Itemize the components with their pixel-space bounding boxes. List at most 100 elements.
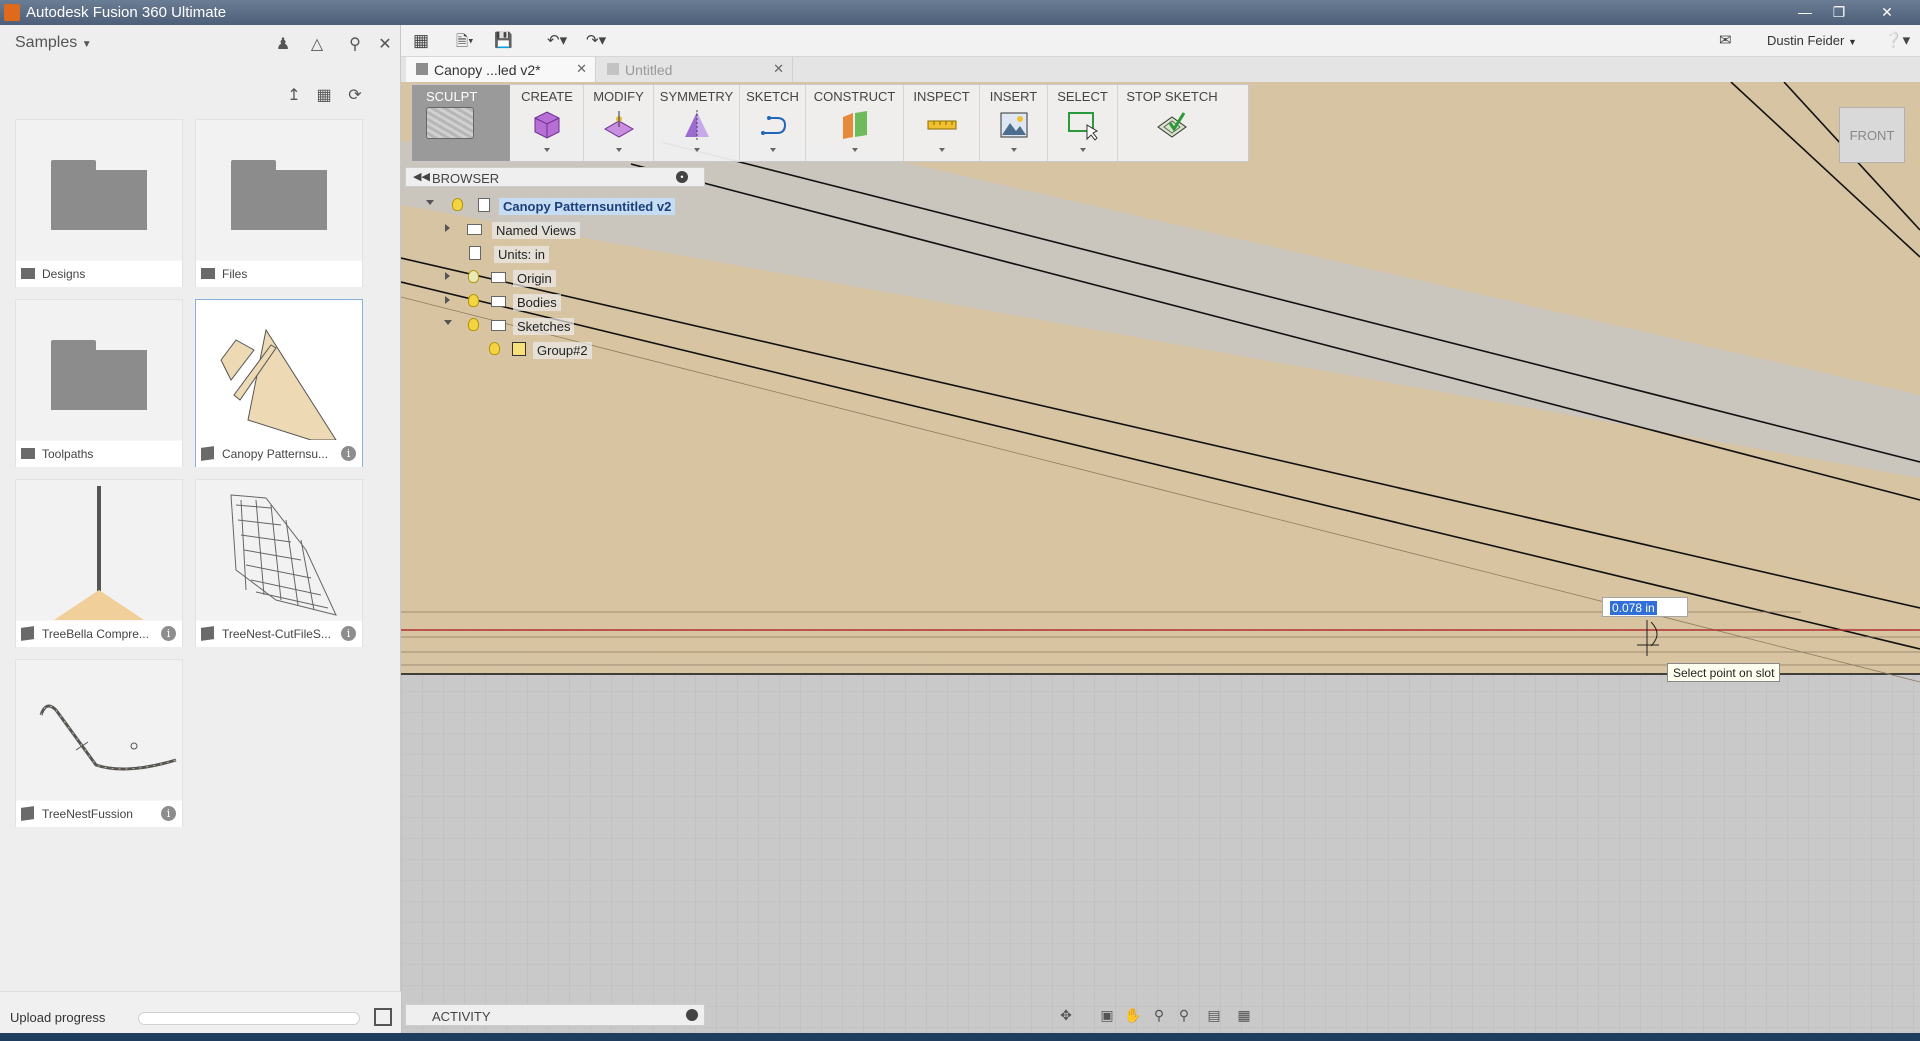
card-label: Designs <box>42 267 86 281</box>
minimize-icon[interactable]: — <box>1792 2 1818 22</box>
visibility-bulb-icon[interactable] <box>468 318 479 331</box>
expand-arrow-icon[interactable] <box>445 224 450 232</box>
expand-arrow-icon[interactable] <box>444 320 452 325</box>
project-selector[interactable]: Samples ▼ <box>15 34 92 52</box>
expand-arrow-icon[interactable] <box>445 296 450 304</box>
visibility-bulb-icon[interactable] <box>468 294 479 307</box>
user-icon[interactable]: ♟ <box>273 34 293 54</box>
stop-sketch-button[interactable]: STOP SKETCH <box>1118 85 1226 161</box>
design-small-icon <box>21 626 34 641</box>
pin-icon[interactable] <box>686 1009 698 1021</box>
ribbon-label: SELECT <box>1057 89 1108 104</box>
data-panel-toggle-icon[interactable]: ▦ <box>413 31 429 51</box>
insert-menu[interactable]: INSERT <box>980 85 1048 161</box>
upload-icon[interactable]: ↥ <box>283 85 305 107</box>
workspace-switcher[interactable]: SCULPT <box>412 85 510 161</box>
select-menu[interactable]: SELECT <box>1048 85 1118 161</box>
zoom-icon[interactable]: ⚲ <box>1151 1007 1167 1023</box>
card-label: Files <box>222 267 248 281</box>
image-icon <box>1000 112 1027 138</box>
orbit-icon[interactable]: ✥ <box>1058 1007 1074 1023</box>
command-tooltip: Select point on slot <box>1667 663 1781 682</box>
data-panel: Samples ▼ ♟ △ ⚲ ✕ ↥ ▦ ⟳ Designs Files To… <box>0 25 401 1041</box>
notifications-icon[interactable]: ✉ <box>1719 31 1732 51</box>
tab-untitled[interactable]: Untitled ✕ <box>597 57 793 82</box>
info-icon[interactable]: i <box>341 626 356 641</box>
viewcube[interactable]: FRONT <box>1839 107 1905 163</box>
folder-icon <box>51 340 147 410</box>
redo-icon[interactable]: ↷▾ <box>586 31 606 51</box>
navigation-bar: ✥ ▣ ✋ ⚲ ⚲ ▤ ▦ <box>1058 1004 1268 1026</box>
construct-menu[interactable]: CONSTRUCT <box>806 85 904 161</box>
user-account-menu[interactable]: Dustin Feider ▼ <box>1767 33 1857 48</box>
folder-thumbnail <box>16 120 182 260</box>
upload-progress-label: Upload progress <box>10 1010 106 1025</box>
save-icon[interactable]: 💾 <box>494 31 513 51</box>
sketch-menu[interactable]: SKETCH <box>740 85 806 161</box>
activity-panel-header[interactable]: ACTIVITY <box>405 1004 705 1026</box>
tab-label: Canopy ...led v2* <box>434 62 541 78</box>
treenest-cutfile-thumbnail-icon <box>230 494 337 616</box>
canvas-viewport[interactable] <box>401 82 1920 1041</box>
visibility-bulb-icon[interactable] <box>468 270 479 283</box>
chevron-down-icon <box>938 148 945 152</box>
dimension-input[interactable]: 0.078 in <box>1602 597 1688 617</box>
tree-label: Canopy Patternsuntitled v2 <box>499 198 676 215</box>
chevron-down-icon <box>851 148 858 152</box>
design-thumbnail <box>196 300 362 441</box>
pin-icon[interactable]: • <box>676 171 688 183</box>
modify-menu[interactable]: MODIFY <box>584 85 654 161</box>
close-icon[interactable]: ✕ <box>375 34 395 54</box>
look-at-icon[interactable]: ▣ <box>1099 1007 1115 1023</box>
design-card-treebella[interactable]: TreeBella Compre... i <box>15 479 183 647</box>
design-card-treenestfussion[interactable]: TreeNestFussion i <box>15 659 183 827</box>
tab-canopy[interactable]: Canopy ...led v2* ✕ <box>406 57 596 82</box>
job-status-icon[interactable] <box>374 1008 392 1026</box>
inspect-menu[interactable]: INSPECT <box>904 85 980 161</box>
treenestfussion-thumbnail-icon <box>39 704 177 771</box>
folder-thumbnail <box>16 300 182 440</box>
undo-icon[interactable]: ↶▾ <box>547 31 567 51</box>
info-icon[interactable]: i <box>161 806 176 821</box>
browser-panel-header[interactable]: ◀◀ BROWSER • <box>405 167 705 187</box>
display-settings-icon[interactable]: ▤ <box>1206 1007 1222 1023</box>
fit-icon[interactable]: ⚲ <box>1176 1007 1192 1023</box>
symmetry-menu[interactable]: SYMMETRY <box>654 85 740 161</box>
help-icon[interactable]: ❔▾ <box>1884 31 1910 51</box>
sculpt-workspace-icon <box>426 107 474 139</box>
modify-icon <box>603 111 634 138</box>
close-tab-icon[interactable]: ✕ <box>773 61 784 77</box>
ribbon-label: INSPECT <box>913 89 970 104</box>
close-window-icon[interactable]: ✕ <box>1874 2 1900 22</box>
grid-settings-icon[interactable]: ▦ <box>1236 1007 1252 1023</box>
expand-arrow-icon[interactable] <box>426 200 434 205</box>
maximize-icon[interactable]: ❐ <box>1826 2 1852 22</box>
folder-card-toolpaths[interactable]: Toolpaths <box>15 299 183 467</box>
info-icon[interactable]: i <box>341 446 356 461</box>
card-label: Toolpaths <box>42 447 94 461</box>
share-icon[interactable]: △ <box>307 34 327 54</box>
folder-card-files[interactable]: Files <box>195 119 363 287</box>
design-card-canopy[interactable]: Canopy Patternsu... i <box>195 299 363 467</box>
visibility-bulb-icon[interactable] <box>489 342 500 355</box>
upload-progress-track <box>138 1012 360 1025</box>
tree-label: Bodies <box>513 294 561 311</box>
activity-title: ACTIVITY <box>432 1009 491 1024</box>
folder-card-designs[interactable]: Designs <box>15 119 183 287</box>
visibility-bulb-icon[interactable] <box>452 198 463 211</box>
sketch-canvas[interactable] <box>401 82 1920 1041</box>
measure-icon <box>927 120 956 130</box>
pan-icon[interactable]: ✋ <box>1124 1007 1141 1023</box>
collapse-panel-icon[interactable]: ◀◀ <box>413 170 430 183</box>
expand-arrow-icon[interactable] <box>445 272 450 280</box>
create-menu[interactable]: CREATE <box>511 85 584 161</box>
file-menu-icon[interactable]: 🗎▾ <box>456 31 474 51</box>
info-icon[interactable]: i <box>161 626 176 641</box>
refresh-icon[interactable]: ⟳ <box>344 85 366 107</box>
search-icon[interactable]: ⚲ <box>345 34 365 54</box>
ribbon-label: SYMMETRY <box>659 89 734 104</box>
grid-view-icon[interactable]: ▦ <box>313 85 335 107</box>
close-tab-icon[interactable]: ✕ <box>576 61 587 77</box>
application-toolbar: ▦ 🗎▾ 💾 ↶▾ ↷▾ ✉ Dustin Feider ▼ ❔▾ <box>401 25 1920 57</box>
design-card-treenest-cutfile[interactable]: TreeNest-CutFileS... i <box>195 479 363 647</box>
